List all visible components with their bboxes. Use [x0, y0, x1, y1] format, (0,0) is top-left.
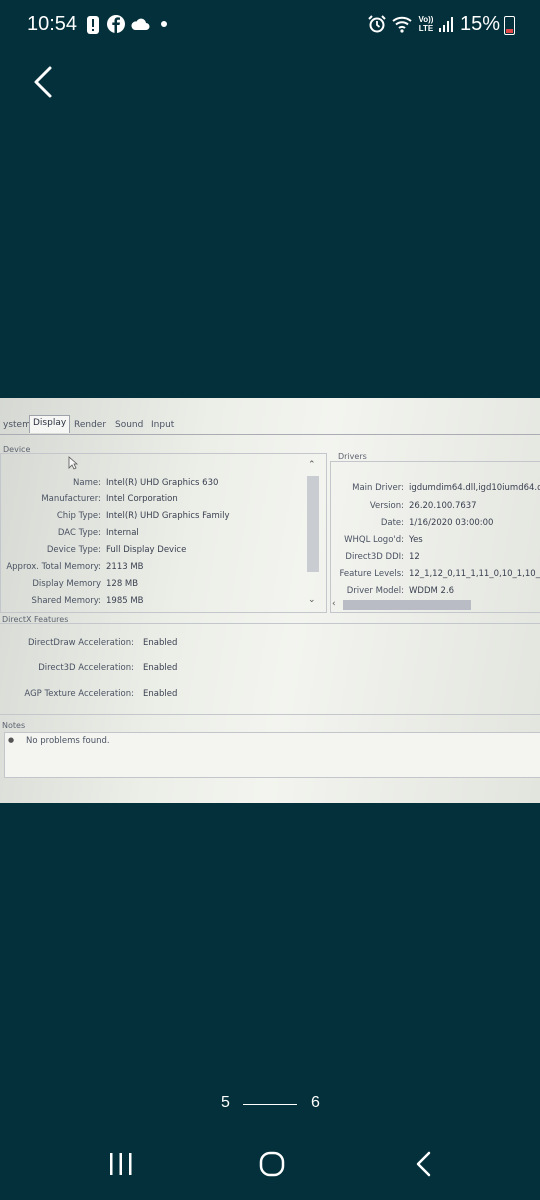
alarm-icon [368, 15, 386, 33]
pager-current: 5 [221, 1094, 230, 1111]
scrollbar-thumb[interactable] [307, 476, 319, 572]
cloud-icon [131, 18, 150, 30]
drivers-hscrollbar[interactable]: ‹ [330, 599, 540, 611]
device-scrollbar[interactable]: ⌃ ⌄ [305, 458, 321, 608]
wifi-icon [392, 16, 412, 33]
hscrollbar-thumb[interactable] [343, 600, 471, 610]
battery-percent: 15% [459, 13, 500, 35]
facebook-icon [107, 15, 125, 33]
mouse-cursor-icon [68, 456, 78, 470]
scroll-down-icon[interactable]: ⌄ [308, 595, 316, 605]
home-button[interactable] [258, 1148, 286, 1180]
scroll-left-icon[interactable]: ‹ [332, 599, 336, 609]
pager-divider [243, 1104, 297, 1105]
tab-render[interactable]: Render [71, 418, 109, 432]
notes-text: No problems found. [26, 736, 110, 746]
drivers-group-title: Drivers [338, 452, 367, 461]
notes-group-title: Notes [2, 721, 26, 730]
clock: 10:54 [27, 13, 78, 35]
tab-bar: ystem Display Render Sound Input [0, 415, 540, 435]
nav-back-button[interactable] [413, 1148, 435, 1180]
bullet-icon: ● [8, 736, 15, 744]
notes-box: ● No problems found. [4, 732, 540, 778]
scroll-up-icon[interactable]: ⌃ [308, 460, 316, 470]
tab-input[interactable]: Input [148, 418, 177, 432]
dot-icon [161, 21, 167, 27]
volte-lte-icon: Vo)) LTE [418, 15, 434, 33]
back-button[interactable] [30, 64, 60, 100]
screen-photo: ystem Display Render Sound Input Device … [0, 398, 540, 803]
battery-icon [504, 16, 515, 35]
recent-apps-button[interactable] [108, 1148, 134, 1180]
pager-total: 6 [311, 1094, 320, 1111]
alert-icon [87, 16, 99, 34]
status-bar: 10:54 Vo)) LTE 15% [0, 0, 540, 50]
tab-sound[interactable]: Sound [112, 418, 146, 432]
tab-display[interactable]: Display [29, 415, 71, 433]
signal-icon [439, 17, 453, 32]
